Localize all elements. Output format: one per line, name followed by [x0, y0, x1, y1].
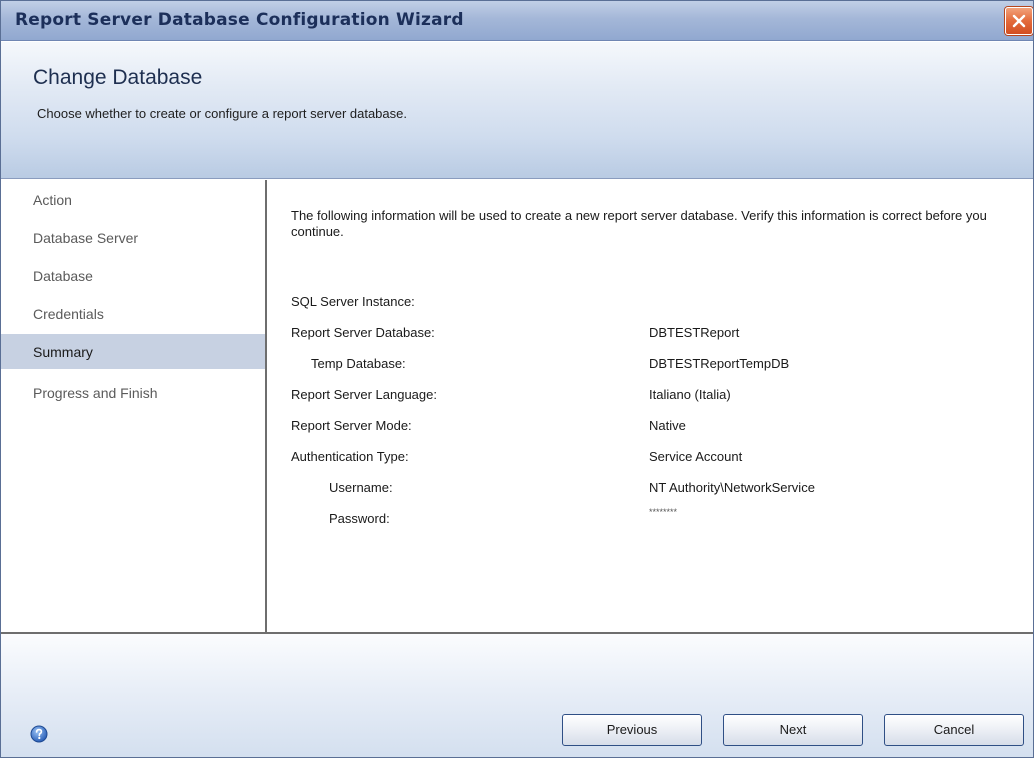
previous-button[interactable]: Previous [562, 714, 702, 746]
sidebar-item-label: Progress and Finish [33, 385, 158, 401]
wizard-footer: Previous Next Cancel [1, 632, 1033, 757]
label-sql-server-instance: SQL Server Instance: [291, 294, 415, 309]
wizard-header: Change Database Choose whether to create… [1, 42, 1033, 179]
value-report-server-language: Italiano (Italia) [649, 387, 731, 402]
summary-panel: The following information will be used t… [269, 180, 1033, 632]
value-report-server-database: DBTESTReport [649, 325, 740, 340]
label-report-server-mode: Report Server Mode: [291, 418, 412, 433]
value-password: ******** [649, 507, 678, 517]
sidebar-item-label: Summary [33, 344, 93, 360]
sidebar-item-action[interactable]: Action [1, 182, 265, 217]
sidebar-item-database[interactable]: Database [1, 258, 265, 293]
cancel-button[interactable]: Cancel [884, 714, 1024, 746]
next-button[interactable]: Next [723, 714, 863, 746]
sidebar-item-progress-and-finish[interactable]: Progress and Finish [1, 375, 265, 410]
value-authentication-type: Service Account [649, 449, 743, 464]
sidebar-item-label: Database [33, 268, 93, 284]
sidebar-item-label: Action [33, 192, 72, 208]
label-temp-database: Temp Database: [311, 356, 406, 371]
label-report-server-language: Report Server Language: [291, 387, 437, 402]
wizard-window: Report Server Database Configuration Wiz… [0, 0, 1034, 758]
label-password: Password: [329, 511, 390, 526]
summary-intro: The following information will be used t… [291, 208, 987, 239]
page-title: Change Database [33, 66, 203, 89]
value-username: NT Authority\NetworkService [649, 480, 815, 495]
sidebar-item-credentials[interactable]: Credentials [1, 296, 265, 331]
value-report-server-mode: Native [649, 418, 686, 433]
value-temp-database: DBTESTReportTempDB [649, 356, 790, 371]
label-report-server-database: Report Server Database: [291, 325, 435, 340]
sidebar-item-database-server[interactable]: Database Server [1, 220, 265, 255]
page-subtitle: Choose whether to create or configure a … [37, 106, 407, 121]
sidebar-item-label: Database Server [33, 230, 139, 246]
window-title: Report Server Database Configuration Wiz… [15, 10, 464, 30]
step-sidebar: Action Database Server Database Credenti… [1, 180, 267, 632]
label-username: Username: [329, 480, 393, 495]
wizard-body: Action Database Server Database Credenti… [1, 180, 1033, 632]
sidebar-item-label: Credentials [33, 306, 104, 322]
sidebar-item-summary[interactable]: Summary [1, 334, 265, 369]
close-button[interactable] [1005, 7, 1033, 35]
title-bar[interactable]: Report Server Database Configuration Wiz… [1, 1, 1033, 41]
close-icon [1012, 14, 1026, 28]
help-icon[interactable] [30, 725, 48, 743]
label-authentication-type: Authentication Type: [291, 449, 409, 464]
